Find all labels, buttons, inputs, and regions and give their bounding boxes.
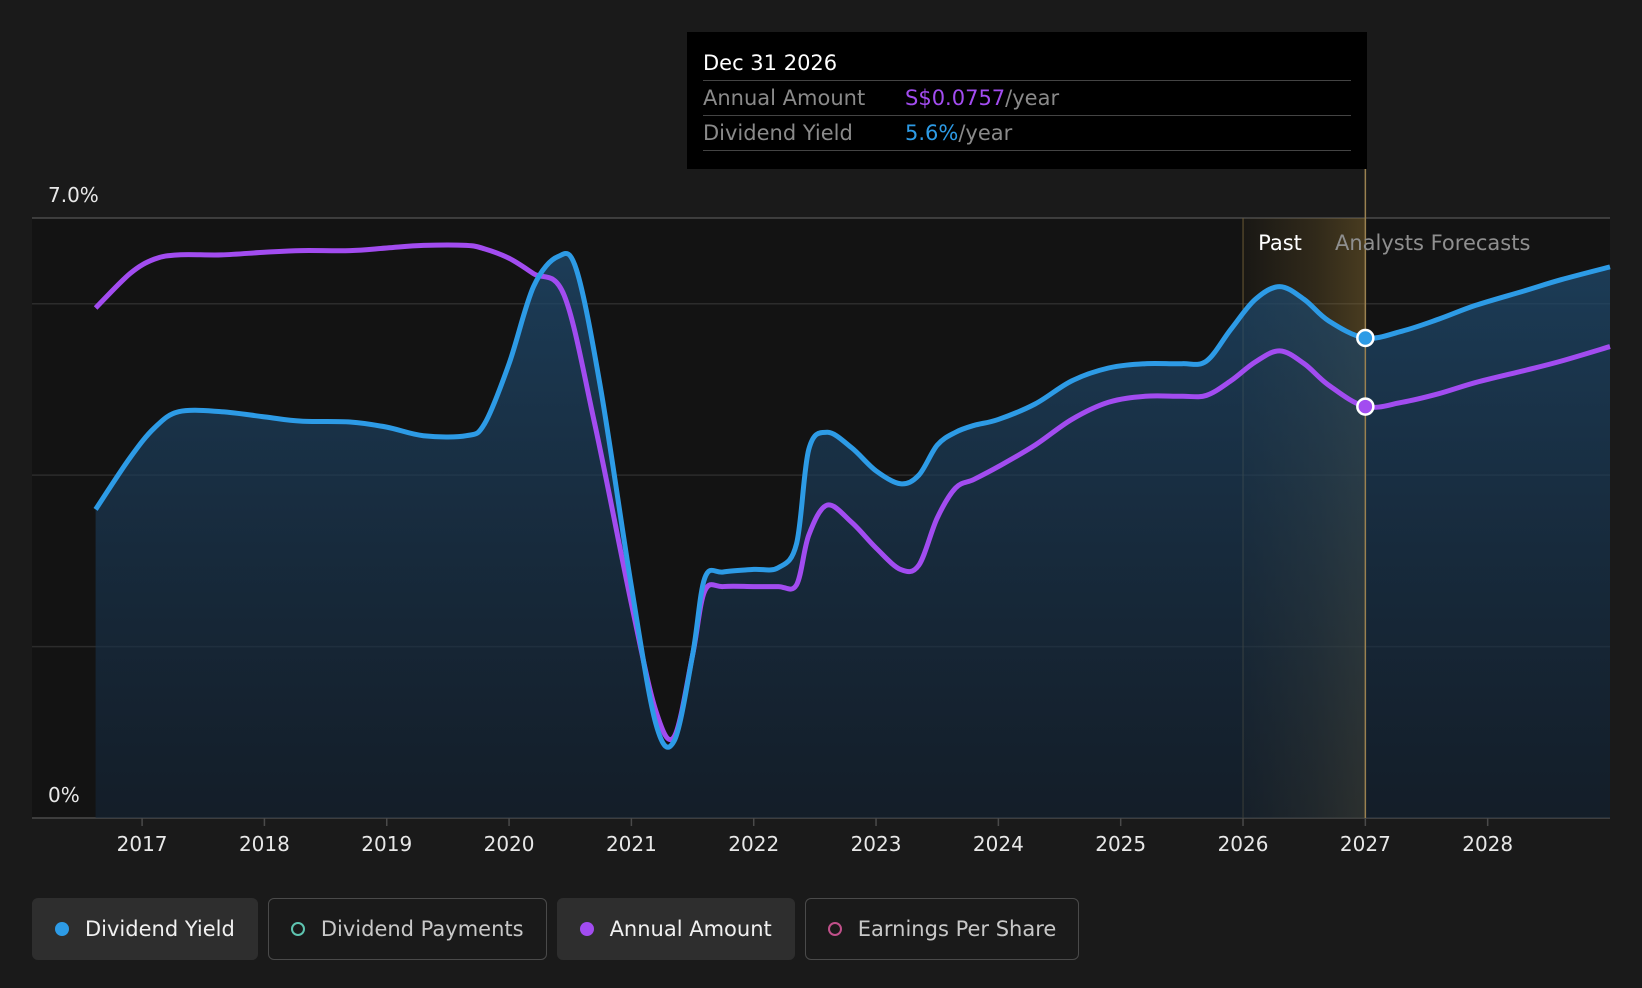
tooltip-unit: /year [958, 121, 1013, 145]
legend-dividend-yield[interactable]: Dividend Yield [32, 898, 258, 960]
x-tick-label: 2027 [1340, 832, 1391, 856]
legend-earnings-per-share[interactable]: Earnings Per Share [804, 898, 1080, 960]
dividend-yield-marker [1356, 328, 1375, 348]
hollow-circle-icon [290, 922, 305, 936]
x-tick-label: 2026 [1218, 832, 1269, 856]
annual-amount-marker [1356, 397, 1375, 416]
hollow-circle-icon [827, 922, 842, 936]
legend-label: Dividend Yield [85, 917, 235, 941]
filled-circle-icon [579, 922, 594, 936]
legend: Dividend Yield Dividend Payments Annual … [32, 898, 1080, 960]
x-tick-label: 2020 [484, 832, 535, 856]
x-tick-label: 2018 [239, 832, 290, 856]
tooltip: Dec 31 2026 Annual Amount S$0.0757 /year… [687, 32, 1367, 169]
x-tick-label: 2028 [1462, 832, 1513, 856]
x-tick-label: 2022 [728, 832, 779, 856]
x-tick-label: 2017 [117, 832, 168, 856]
legend-label: Dividend Payments [320, 917, 524, 941]
tooltip-row-annual: Annual Amount S$0.0757 /year [703, 81, 1351, 116]
tooltip-unit: /year [1005, 86, 1060, 110]
tooltip-date: Dec 31 2026 [703, 46, 1351, 81]
filled-circle-icon [55, 922, 69, 936]
past-label: Past [1258, 231, 1302, 255]
x-tick-label: 2025 [1095, 832, 1146, 856]
tooltip-label: Annual Amount [703, 86, 866, 110]
legend-label: Earnings Per Share [857, 917, 1057, 941]
tooltip-value: S$0.0757 [905, 86, 1006, 110]
x-tick-label: 2019 [361, 832, 412, 856]
tooltip-row-yield: Dividend Yield 5.6% /year [703, 116, 1351, 151]
x-axis-ticks: 2017 2018 2019 2020 2021 2022 2023 2024 2025 2026… [117, 818, 1513, 856]
legend-annual-amount[interactable]: Annual Amount [556, 898, 795, 960]
y-tick-label: 0% [48, 783, 80, 807]
tooltip-label: Dividend Yield [703, 121, 853, 145]
y-tick-label: 7.0% [48, 183, 99, 207]
legend-dividend-payments[interactable]: Dividend Payments [267, 898, 547, 960]
legend-label: Annual Amount [609, 917, 772, 941]
x-tick-label: 2021 [606, 832, 657, 856]
tooltip-value: 5.6% [905, 121, 959, 145]
forecast-label: Analysts Forecasts [1335, 231, 1530, 255]
x-tick-label: 2023 [851, 832, 902, 856]
x-tick-label: 2024 [973, 832, 1024, 856]
